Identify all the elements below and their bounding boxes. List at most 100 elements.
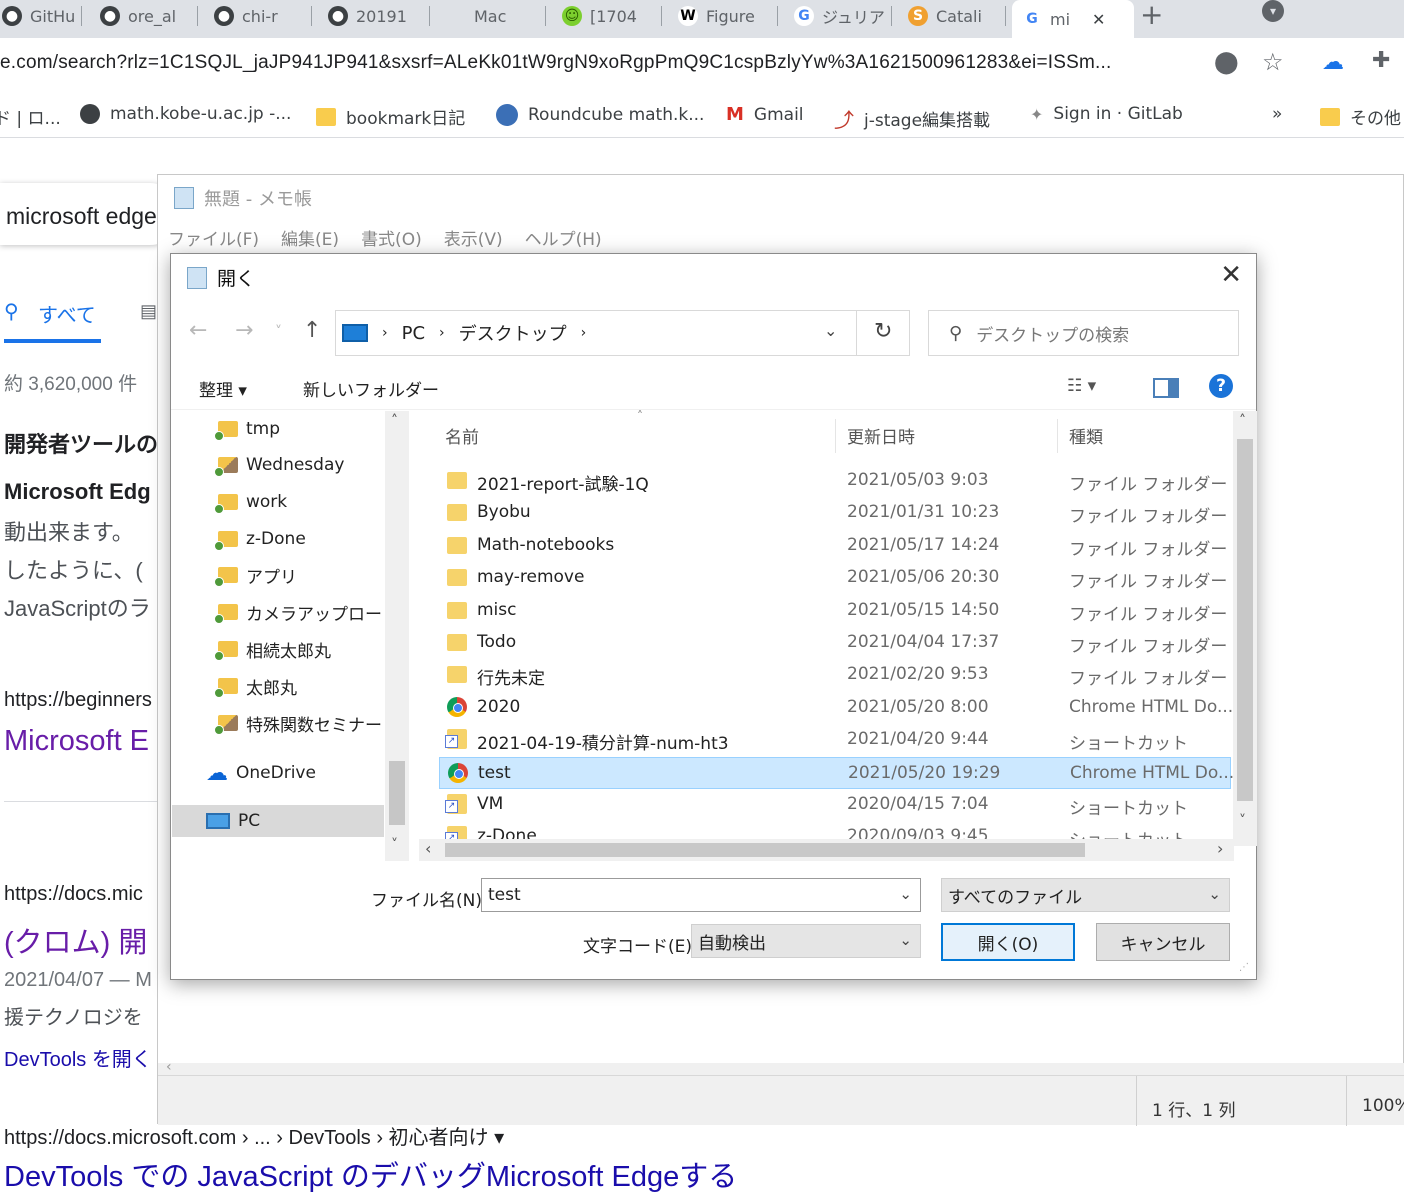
- bookmark-item[interactable]: ⤴ j-stage編集搭載: [834, 104, 990, 133]
- preview-pane-icon[interactable]: [1153, 378, 1179, 398]
- menu-view[interactable]: 表示(V): [444, 225, 503, 250]
- nav-item[interactable]: 相続太郎丸: [214, 633, 331, 665]
- new-tab-button[interactable]: +: [1140, 0, 1163, 31]
- scroll-down-icon[interactable]: ˅: [391, 837, 398, 853]
- tab-search-icon[interactable]: ▾: [1262, 0, 1284, 22]
- file-row[interactable]: 2021-report-試験-1Q 2021/05/03 9:03 ファイル フォル…: [439, 465, 1231, 497]
- browser-tab[interactable]: ● 20191: [318, 0, 430, 32]
- new-folder-button[interactable]: 新しいフォルダー: [303, 376, 439, 401]
- column-divider[interactable]: [835, 419, 836, 453]
- result-url[interactable]: https://docs.microsoft.com › ... › DevTo…: [4, 1121, 504, 1150]
- breadcrumb-desktop[interactable]: デスクトップ: [459, 320, 567, 346]
- browser-tab[interactable]: Gmi ✕: [1012, 0, 1134, 38]
- nav-item[interactable]: z-Done: [214, 523, 306, 555]
- column-divider[interactable]: [1057, 419, 1058, 453]
- browser-tab[interactable]: ☺ [1704: [552, 0, 662, 32]
- menu-file[interactable]: ファイル(F): [168, 225, 259, 250]
- open-button[interactable]: 開く(O): [941, 923, 1075, 961]
- chevron-down-icon[interactable]: ⌄: [824, 321, 837, 340]
- nav-item[interactable]: アプリ: [214, 559, 297, 591]
- cloud-extension-icon[interactable]: ☁: [1322, 50, 1344, 75]
- back-arrow-icon[interactable]: ←: [189, 318, 207, 343]
- address-bar-url[interactable]: e.com/search?rlz=1C1SQJL_jaJP941JP941&sx…: [0, 52, 1111, 74]
- bookmarks-overflow-button[interactable]: »: [1272, 104, 1282, 124]
- help-icon[interactable]: ?: [1209, 374, 1233, 398]
- tab-all[interactable]: すべて: [38, 299, 96, 328]
- file-row[interactable]: 2021-04-19-積分計算-num-ht3 2021/04/20 9:44 ショ…: [439, 724, 1231, 756]
- menu-edit[interactable]: 編集(E): [281, 225, 339, 250]
- resize-grip-icon[interactable]: ⋰: [1239, 962, 1249, 973]
- menu-format[interactable]: 書式(O): [361, 225, 422, 250]
- filename-input[interactable]: test ⌄: [481, 878, 921, 912]
- up-arrow-icon[interactable]: ↑: [303, 318, 321, 343]
- extensions-puzzle-icon[interactable]: ✚: [1372, 48, 1390, 73]
- nav-item[interactable]: tmp: [214, 413, 280, 445]
- bookmark-item[interactable]: Roundcube math.k...: [496, 104, 704, 126]
- scrollbar-thumb[interactable]: [1237, 439, 1253, 801]
- bookmark-star-icon[interactable]: ☆: [1262, 48, 1284, 76]
- organize-button[interactable]: 整理 ▾: [199, 376, 247, 401]
- nav-item[interactable]: 太郎丸: [214, 670, 297, 702]
- browser-tab[interactable]: G ジュリア: [784, 0, 892, 32]
- column-date[interactable]: 更新日時: [847, 423, 915, 448]
- file-row[interactable]: 2020 2021/05/20 8:00 Chrome HTML Do...: [439, 692, 1233, 724]
- bookmark-item[interactable]: math.kobe-u.ac.jp -...: [80, 104, 291, 124]
- nav-item[interactable]: カメラアップロード: [214, 596, 399, 628]
- browser-tab[interactable]: ● chi-r: [204, 0, 312, 32]
- refresh-icon[interactable]: ↻: [874, 319, 892, 344]
- file-list-horizontal-scrollbar[interactable]: ‹ ›: [419, 839, 1234, 861]
- result-url[interactable]: https://beginners: [4, 689, 152, 712]
- scrollbar-thumb[interactable]: [445, 843, 1085, 857]
- cancel-button[interactable]: キャンセル: [1096, 923, 1230, 961]
- news-tab-icon[interactable]: ▤: [140, 301, 157, 322]
- browser-tab[interactable]: S Catali: [898, 0, 1006, 32]
- file-row[interactable]: Math-notebooks 2021/05/17 14:24 ファイル フォルダー: [439, 530, 1231, 562]
- file-row[interactable]: VM 2020/04/15 7:04 ショートカット: [439, 789, 1231, 821]
- scroll-up-icon[interactable]: ˄: [1239, 413, 1246, 429]
- nav-item[interactable]: work: [214, 486, 287, 518]
- address-breadcrumb-bar[interactable]: › PC › デスクトップ › ⌄ ↻: [335, 310, 910, 356]
- bookmark-item[interactable]: ド | ロ...: [0, 104, 61, 129]
- scroll-down-icon[interactable]: ˅: [1239, 813, 1246, 829]
- other-bookmarks[interactable]: その他: [1320, 104, 1401, 129]
- scroll-right-icon[interactable]: ›: [1217, 839, 1223, 858]
- bookmark-item[interactable]: bookmark日記: [316, 104, 465, 129]
- nav-item[interactable]: 特殊関数セミナー: [214, 707, 382, 739]
- nav-item[interactable]: PC: [172, 805, 384, 837]
- file-row[interactable]: misc 2021/05/15 14:50 ファイル フォルダー: [439, 595, 1231, 627]
- forward-arrow-icon[interactable]: →: [235, 318, 253, 343]
- encoding-select[interactable]: 自動検出 ⌄: [691, 924, 921, 958]
- location-icon[interactable]: ⬤: [1214, 50, 1239, 75]
- result-url[interactable]: https://docs.mic: [4, 883, 143, 906]
- column-type[interactable]: 種類: [1069, 423, 1103, 448]
- browser-tab[interactable]: ● GitHu: [0, 0, 82, 32]
- scroll-left-icon[interactable]: ‹: [166, 1059, 172, 1075]
- bookmark-item[interactable]: M Gmail: [726, 104, 804, 125]
- file-row[interactable]: 行先未定 2021/02/20 9:53 ファイル フォルダー: [439, 659, 1231, 691]
- chevron-right-icon[interactable]: ›: [581, 325, 587, 341]
- browser-tab[interactable]: Mac: [436, 0, 546, 32]
- bookmark-item[interactable]: ✦ Sign in · GitLab: [1030, 104, 1183, 124]
- file-row[interactable]: may-remove 2021/05/06 20:30 ファイル フォルダー: [439, 562, 1231, 594]
- google-search-query[interactable]: microsoft edge: [6, 203, 157, 230]
- file-row[interactable]: Byobu 2021/01/31 10:23 ファイル フォルダー: [439, 497, 1231, 529]
- file-list-vertical-scrollbar[interactable]: ˄ ˅: [1233, 411, 1257, 846]
- result-title-link[interactable]: (クロム) 開: [4, 919, 147, 961]
- nav-item[interactable]: ☁ OneDrive: [206, 757, 316, 789]
- browser-tab[interactable]: ● ore_al: [90, 0, 198, 32]
- desktop-search-input[interactable]: ⚲ デスクトップの検索: [928, 310, 1239, 356]
- result-title-link[interactable]: DevTools での JavaScript のデバッグMicrosoft Ed…: [4, 1153, 737, 1195]
- file-row[interactable]: Todo 2021/04/04 17:37 ファイル フォルダー: [439, 627, 1231, 659]
- browser-tab[interactable]: W Figure: [668, 0, 778, 32]
- breadcrumb-pc[interactable]: PC: [402, 323, 425, 344]
- scrollbar-thumb[interactable]: [389, 761, 405, 825]
- file-type-filter-select[interactable]: すべてのファイル ⌄: [941, 878, 1230, 912]
- column-name[interactable]: 名前: [445, 423, 479, 448]
- tab-close-icon[interactable]: ✕: [1092, 10, 1105, 29]
- sitelink[interactable]: DevTools を開く: [4, 1043, 152, 1072]
- chevron-down-icon[interactable]: ⌄: [899, 885, 912, 903]
- close-icon[interactable]: ✕: [1220, 260, 1242, 290]
- scroll-left-icon[interactable]: ‹: [425, 839, 431, 858]
- navigation-pane-scrollbar[interactable]: ˄ ˅: [385, 411, 409, 861]
- recent-locations-chevron-icon[interactable]: ˅: [275, 324, 282, 340]
